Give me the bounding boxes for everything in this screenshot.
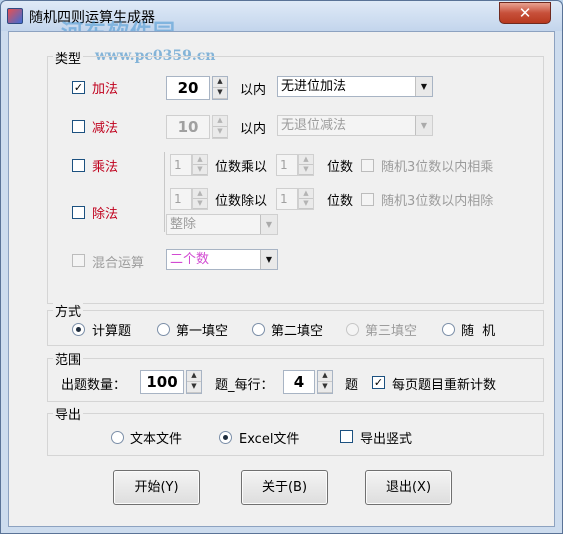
app-icon [7, 8, 23, 24]
spin-down-icon[interactable]: ▼ [193, 165, 207, 175]
question-count-label: 出题数量： [61, 378, 127, 393]
add-range-input[interactable]: 20 [166, 76, 210, 100]
add-label: 加法 [92, 82, 119, 97]
div-random-label: 随机3位数以内相除 [381, 194, 494, 209]
sub-mode-select[interactable]: 无退位减法 ▼ [277, 115, 433, 136]
div-mode-value: 整除 [170, 217, 197, 232]
spin-up-icon[interactable]: ▲ [193, 189, 207, 199]
div-label: 除法 [92, 207, 119, 222]
spin-down-icon[interactable]: ▼ [213, 88, 227, 99]
dropdown-arrow-icon[interactable]: ▼ [260, 250, 277, 269]
per-line-unit: 题 [345, 378, 359, 393]
vertical-checkbox[interactable] [340, 430, 353, 443]
mul-digits-b-spinner[interactable]: ▲ ▼ [298, 154, 314, 176]
sub-mode-value: 无退位减法 [281, 118, 347, 133]
main-window: 随机四则运算生成器 河东软件园 ✕ www.pc0359.cn 类型 ✓ 加法 … [0, 0, 563, 534]
spin-down-icon[interactable]: ▼ [187, 382, 201, 393]
mul-div-divider [164, 152, 165, 232]
mode-radio-blank2[interactable] [252, 323, 265, 336]
div-checkbox[interactable] [72, 206, 85, 219]
mixed-checkbox[interactable] [72, 254, 85, 267]
sub-label: 减法 [92, 121, 119, 136]
mul-label: 乘法 [92, 160, 119, 175]
spin-down-icon[interactable]: ▼ [193, 199, 207, 209]
mixed-mode-select[interactable]: 二个数 ▼ [166, 249, 278, 270]
div-digits-b-spinner[interactable]: ▲ ▼ [298, 188, 314, 210]
export-label-excel: Excel文件 [239, 432, 300, 447]
range-group-label: 范围 [53, 349, 84, 368]
dropdown-arrow-icon[interactable]: ▼ [415, 77, 432, 96]
title-bar[interactable]: 随机四则运算生成器 河东软件园 ✕ [1, 1, 562, 46]
spin-up-icon[interactable]: ▲ [193, 155, 207, 165]
mode-radio-random[interactable] [442, 323, 455, 336]
export-radio-text[interactable] [111, 431, 124, 444]
mul-checkbox[interactable] [72, 159, 85, 172]
sub-range-spinner[interactable]: ▲ ▼ [212, 115, 228, 139]
mul-text2: 位数 [327, 160, 354, 175]
start-button[interactable]: 开始(Y) [113, 470, 200, 505]
question-count-spinner[interactable]: ▲ ▼ [186, 370, 202, 394]
spin-up-icon[interactable]: ▲ [187, 371, 201, 382]
mixed-label: 混合运算 [92, 256, 145, 271]
add-within-label: 以内 [240, 83, 267, 98]
spin-down-icon[interactable]: ▼ [213, 127, 227, 138]
mul-digits-a-spinner[interactable]: ▲ ▼ [192, 154, 208, 176]
per-line-spinner[interactable]: ▲ ▼ [317, 370, 333, 394]
type-group-label: 类型 [53, 48, 84, 67]
exit-button[interactable]: 退出(X) [365, 470, 452, 505]
export-group-label: 导出 [53, 404, 84, 423]
close-button[interactable]: ✕ [499, 2, 551, 24]
export-label-text: 文本文件 [130, 432, 183, 447]
add-mode-value: 无进位加法 [281, 79, 347, 94]
dropdown-arrow-icon[interactable]: ▼ [260, 215, 277, 234]
about-button[interactable]: 关于(B) [241, 470, 328, 505]
mode-label-random: 随 机 [461, 324, 496, 339]
mixed-mode-value: 二个数 [170, 252, 210, 267]
mode-label-calc: 计算题 [92, 324, 132, 339]
vertical-label: 导出竖式 [360, 432, 413, 447]
div-digits-a-spinner[interactable]: ▲ ▼ [192, 188, 208, 210]
spin-up-icon[interactable]: ▲ [299, 189, 313, 199]
div-digits-a-input[interactable]: 1 [170, 188, 192, 210]
mul-random-label: 随机3位数以内相乘 [381, 160, 494, 175]
spin-up-icon[interactable]: ▲ [299, 155, 313, 165]
add-checkbox[interactable]: ✓ [72, 81, 85, 94]
per-line-label: 题_每行： [215, 378, 274, 393]
div-digits-b-input[interactable]: 1 [276, 188, 298, 210]
per-line-input[interactable]: 4 [283, 370, 315, 394]
add-range-spinner[interactable]: ▲ ▼ [212, 76, 228, 100]
spin-up-icon[interactable]: ▲ [213, 116, 227, 127]
renumber-label: 每页题目重新计数 [392, 378, 497, 393]
renumber-checkbox[interactable]: ✓ [372, 376, 385, 389]
export-radio-excel[interactable] [219, 431, 232, 444]
mul-digits-a-input[interactable]: 1 [170, 154, 192, 176]
mode-radio-blank3[interactable] [346, 323, 359, 336]
mul-text1: 位数乘以 [215, 160, 268, 175]
sub-checkbox[interactable] [72, 120, 85, 133]
spin-up-icon[interactable]: ▲ [318, 371, 332, 382]
mode-label-blank3: 第三填空 [365, 324, 418, 339]
div-text1: 位数除以 [215, 194, 268, 209]
spin-up-icon[interactable]: ▲ [213, 77, 227, 88]
div-mode-select[interactable]: 整除 ▼ [166, 214, 278, 235]
mode-label-blank1: 第一填空 [176, 324, 229, 339]
spin-down-icon[interactable]: ▼ [318, 382, 332, 393]
sub-range-input[interactable]: 10 [166, 115, 210, 139]
question-count-input[interactable]: 100 [140, 370, 184, 394]
div-text2: 位数 [327, 194, 354, 209]
mode-label-blank2: 第二填空 [271, 324, 324, 339]
dropdown-arrow-icon[interactable]: ▼ [415, 116, 432, 135]
spin-down-icon[interactable]: ▼ [299, 199, 313, 209]
mode-radio-calc[interactable] [72, 323, 85, 336]
spin-down-icon[interactable]: ▼ [299, 165, 313, 175]
mul-random-checkbox[interactable] [361, 159, 374, 172]
mode-radio-blank1[interactable] [157, 323, 170, 336]
div-random-checkbox[interactable] [361, 193, 374, 206]
add-mode-select[interactable]: 无进位加法 ▼ [277, 76, 433, 97]
sub-within-label: 以内 [240, 122, 267, 137]
mul-digits-b-input[interactable]: 1 [276, 154, 298, 176]
mode-group-label: 方式 [53, 301, 84, 320]
client-area: www.pc0359.cn 类型 ✓ 加法 20 ▲ ▼ 以内 无进位加法 ▼ … [8, 31, 555, 527]
